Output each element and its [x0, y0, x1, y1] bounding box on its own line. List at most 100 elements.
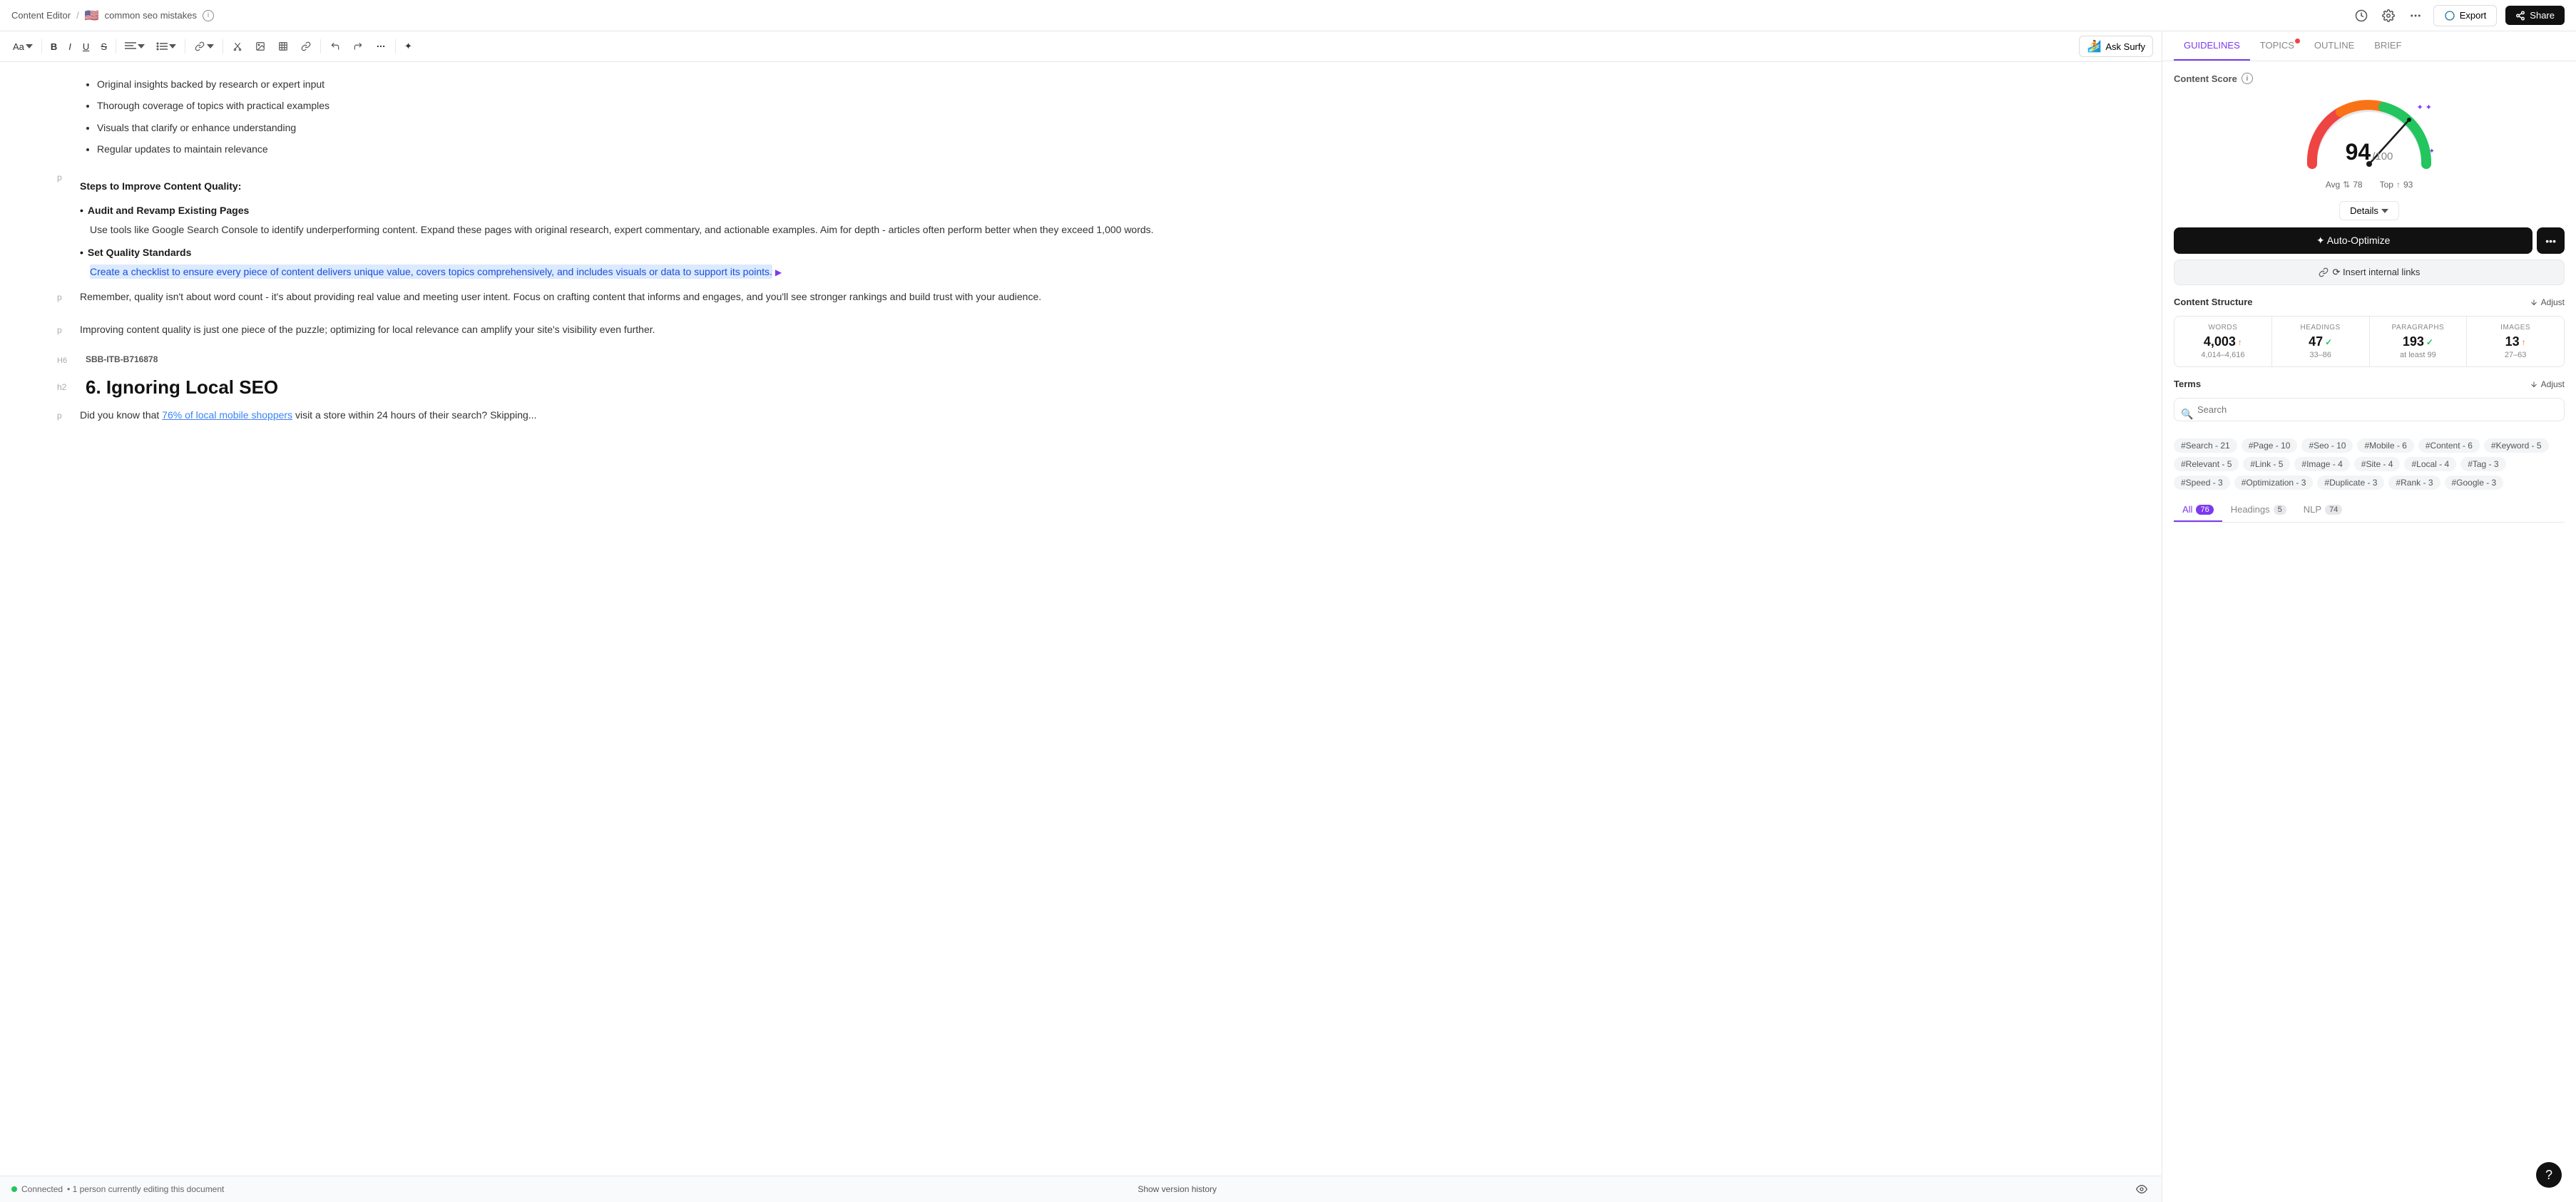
term-tab-nlp[interactable]: NLP 74: [2295, 498, 2351, 522]
h2-heading: 6. Ignoring Local SEO: [86, 376, 278, 399]
sub-item-1-title: Audit and Revamp Existing Pages: [88, 205, 249, 216]
share-button[interactable]: Share: [2505, 6, 2565, 25]
term-tag-content[interactable]: #Content - 6: [2418, 438, 2480, 453]
insert-links-button[interactable]: ⟳ Insert internal links: [2174, 260, 2565, 285]
term-tag-tag[interactable]: #Tag - 3: [2460, 457, 2505, 471]
term-tag-mobile[interactable]: #Mobile - 6: [2357, 438, 2413, 453]
auto-optimize-row: ✦ Auto-Optimize •••: [2174, 227, 2565, 254]
font-size-btn[interactable]: Aa: [9, 38, 37, 55]
section-heading-row: p Steps to Improve Content Quality:: [57, 169, 2133, 197]
cut-btn[interactable]: [228, 38, 247, 54]
inline-link[interactable]: 76% of local mobile shoppers: [162, 409, 292, 421]
version-history-button[interactable]: Show version history: [1138, 1184, 1217, 1194]
list-item: Thorough coverage of topics with practic…: [97, 98, 329, 113]
tab-topics[interactable]: TOPICS: [2250, 31, 2304, 61]
editing-label: • 1 person currently editing this docume…: [67, 1184, 224, 1194]
list-btn[interactable]: [152, 38, 180, 54]
term-tag-image[interactable]: #Image - 4: [2294, 457, 2349, 471]
stars-deco-1: ✦ ✦: [2417, 103, 2433, 112]
settings-icon-btn[interactable]: [2379, 6, 2398, 25]
structure-paragraphs: PARAGRAPHS 193 ✓ at least 99: [2370, 317, 2467, 366]
auto-optimize-more-button[interactable]: •••: [2537, 227, 2565, 254]
sub-item-2-text: Create a checklist to ensure every piece…: [90, 264, 772, 279]
term-tag-search[interactable]: #Search - 21: [2174, 438, 2237, 453]
tab-brief[interactable]: BRIEF: [2364, 31, 2411, 61]
more-toolbar-btn[interactable]: [371, 38, 391, 54]
breadcrumb-flag: 🇺🇸: [85, 9, 99, 23]
p-label-2: p: [57, 292, 62, 302]
bold-btn[interactable]: B: [46, 38, 61, 55]
structure-images: IMAGES 13 ↑ 27–63: [2467, 317, 2564, 366]
tab-guidelines[interactable]: GUIDELINES: [2174, 31, 2250, 61]
sub-item-1-text: Use tools like Google Search Console to …: [90, 224, 1154, 235]
clock-icon-btn[interactable]: [2352, 6, 2371, 25]
terms-tags-container: #Search - 21 #Page - 10 #Seo - 10 #Mobil…: [2174, 438, 2565, 490]
topbar-right: Export Share: [2352, 5, 2565, 26]
p-label-3: p: [57, 325, 62, 335]
paragraphs-check: ✓: [2426, 337, 2433, 347]
para-2: Improving content quality is just one pi…: [80, 322, 655, 339]
score-info-icon[interactable]: i: [2242, 73, 2253, 84]
term-tag-duplicate[interactable]: #Duplicate - 3: [2317, 476, 2384, 490]
terms-adjust-button[interactable]: Adjust: [2530, 379, 2565, 389]
term-tag-speed[interactable]: #Speed - 3: [2174, 476, 2230, 490]
term-tab-headings[interactable]: Headings 5: [2222, 498, 2295, 522]
undo-btn[interactable]: [325, 38, 345, 54]
hyperlink-btn[interactable]: [296, 38, 316, 54]
tab-outline[interactable]: OUTLINE: [2304, 31, 2364, 61]
terms-search-input[interactable]: [2174, 398, 2565, 421]
underline-btn[interactable]: U: [78, 38, 93, 55]
score-max: /100: [2372, 150, 2393, 163]
cursor-arrow-icon: ▶: [775, 267, 782, 277]
terms-search-wrap: 🔍: [2174, 398, 2565, 430]
details-button[interactable]: Details: [2339, 201, 2399, 220]
term-tag-keyword[interactable]: #Keyword - 5: [2484, 438, 2549, 453]
term-tag-google[interactable]: #Google - 3: [2445, 476, 2504, 490]
help-button[interactable]: ?: [2536, 1162, 2562, 1188]
sub-item-1: • Audit and Revamp Existing Pages Use to…: [57, 205, 2133, 238]
topbar-left: Content Editor / 🇺🇸 common seo mistakes …: [11, 9, 214, 23]
breadcrumb-page[interactable]: common seo mistakes: [105, 10, 197, 21]
top-score: Top ↑ 93: [2380, 180, 2413, 190]
redo-btn[interactable]: [348, 38, 368, 54]
structure-words: WORDS 4,003 ↑ 4,014–4,616: [2174, 317, 2271, 366]
list-item: Original insights backed by research or …: [97, 76, 329, 92]
details-row: Details: [2174, 201, 2565, 220]
structure-adjust-button[interactable]: Adjust: [2530, 297, 2565, 307]
p-label-4: p: [57, 411, 62, 421]
term-tag-relevant[interactable]: #Relevant - 5: [2174, 457, 2239, 471]
term-tab-all[interactable]: All 76: [2174, 498, 2222, 522]
align-btn[interactable]: [121, 38, 149, 54]
strikethrough-btn[interactable]: S: [96, 38, 111, 55]
p-label: p: [57, 173, 62, 183]
term-tag-local[interactable]: #Local - 4: [2404, 457, 2456, 471]
table-btn[interactable]: [273, 38, 293, 54]
term-tag-rank[interactable]: #Rank - 3: [2388, 476, 2440, 490]
image-btn[interactable]: [250, 38, 270, 54]
list-item: Regular updates to maintain relevance: [97, 141, 329, 157]
more-icon-btn[interactable]: [2406, 6, 2425, 25]
term-tag-page[interactable]: #Page - 10: [2242, 438, 2298, 453]
term-tag-site[interactable]: #Site - 4: [2354, 457, 2401, 471]
nlp-count-badge: 74: [2325, 505, 2342, 515]
term-tag-optimization[interactable]: #Optimization - 3: [2234, 476, 2314, 490]
italic-btn[interactable]: I: [64, 38, 76, 55]
content-score-section: Content Score i: [2174, 73, 2565, 190]
app-name: Content Editor: [11, 10, 71, 21]
term-tag-link[interactable]: #Link - 5: [2243, 457, 2290, 471]
score-gauge: 94 /100 ✦ ✦ ✦: [2298, 93, 2440, 171]
headings-count-badge: 5: [2274, 505, 2286, 515]
para-3: Did you know that 76% of local mobile sh…: [80, 407, 536, 424]
export-button[interactable]: Export: [2433, 5, 2498, 26]
h6-label: H6: [57, 356, 67, 365]
term-tag-seo[interactable]: #Seo - 10: [2301, 438, 2353, 453]
auto-optimize-button[interactable]: ✦ Auto-Optimize: [2174, 227, 2532, 254]
content-bullet-list: Original insights backed by research or …: [80, 76, 329, 163]
eye-icon-btn[interactable]: [2133, 1181, 2150, 1198]
toolbar-sep-1: [41, 39, 42, 53]
link-chain-btn[interactable]: [190, 38, 218, 54]
h2-label: h2: [57, 382, 66, 392]
ask-surfy-button[interactable]: 🏄 Ask Surfy: [2079, 36, 2153, 57]
info-icon[interactable]: i: [203, 10, 214, 21]
sparkle-btn[interactable]: ✦: [400, 38, 416, 55]
